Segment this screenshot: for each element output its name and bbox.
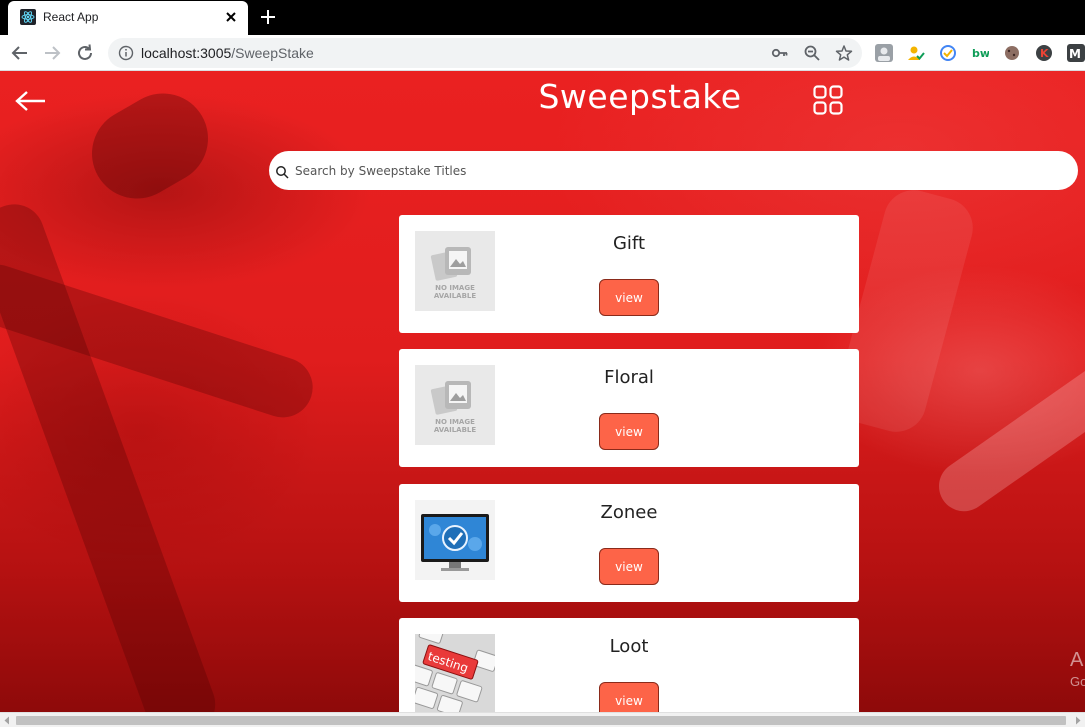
tab-title: React App — [43, 10, 99, 24]
svg-text:bw: bw — [972, 47, 989, 60]
no-image-text: NO IMAGE — [435, 284, 475, 292]
card-title: Loot — [609, 636, 649, 657]
browser-toolbar: localhost:3005/SweepStake bw K M — [0, 35, 1085, 71]
keyboard-testing-image: testing — [415, 634, 495, 712]
page-title: Sweepstake — [538, 77, 742, 116]
card-title: Zonee — [600, 502, 658, 523]
key-icon[interactable] — [771, 44, 789, 62]
browser-tab[interactable]: React App — [8, 1, 248, 35]
info-icon[interactable] — [118, 45, 134, 61]
address-bar[interactable]: localhost:3005/SweepStake — [108, 38, 862, 68]
view-button[interactable]: view — [599, 279, 659, 316]
url-path: /SweepStake — [231, 45, 314, 61]
background-ribbon — [0, 195, 224, 712]
sweepstake-card: testing Loot view — [399, 618, 859, 712]
back-arrow-icon[interactable] — [14, 89, 48, 113]
watermark-line-2: Go — [1070, 674, 1085, 689]
url-host: localhost:3005 — [141, 45, 232, 61]
react-logo-icon — [20, 9, 36, 25]
extension-m-icon[interactable]: M — [1067, 44, 1085, 62]
reload-icon[interactable] — [74, 42, 96, 64]
available-text: AVAILABLE — [434, 292, 477, 300]
sweepstake-card: NO IMAGE AVAILABLE Floral view — [399, 349, 859, 467]
close-tab-icon[interactable] — [222, 8, 240, 26]
browser-tab-strip: React App — [0, 0, 1085, 35]
new-tab-icon[interactable] — [258, 7, 278, 27]
background-bow — [75, 77, 225, 215]
scrollbar-thumb[interactable] — [16, 716, 1066, 725]
no-image-text: NO IMAGE — [435, 418, 475, 426]
monitor-checkmark-image — [415, 500, 495, 580]
background-ribbon — [929, 330, 1085, 522]
search-icon — [276, 166, 289, 179]
view-button[interactable]: view — [599, 413, 659, 450]
scroll-left-arrow-icon[interactable] — [3, 716, 11, 725]
extension-k-icon[interactable]: K — [1035, 44, 1053, 62]
extension-cookie-icon[interactable] — [1003, 44, 1021, 62]
watermark-line-1: A — [1070, 649, 1084, 671]
sweepstake-page: Sweepstake NO IMAGE AVAILABLE Gift view — [0, 71, 1085, 712]
forward-arrow-icon[interactable] — [41, 42, 63, 64]
extension-bw-icon[interactable]: bw — [971, 44, 989, 62]
svg-text:K: K — [1040, 47, 1049, 60]
available-text: AVAILABLE — [434, 426, 477, 434]
no-image-placeholder-icon: NO IMAGE AVAILABLE — [415, 231, 495, 311]
zoom-icon[interactable] — [803, 44, 821, 62]
scroll-right-arrow-icon[interactable] — [1074, 716, 1082, 725]
search-bar — [269, 151, 1078, 190]
sweepstake-card: Zonee view — [399, 484, 859, 602]
activate-windows-watermark: A Go — [1070, 649, 1085, 689]
extension-person-check-icon[interactable] — [907, 44, 925, 62]
horizontal-scrollbar[interactable] — [0, 712, 1085, 727]
view-button[interactable]: view — [599, 682, 659, 712]
back-arrow-icon[interactable] — [9, 42, 31, 64]
url-text: localhost:3005/SweepStake — [141, 45, 314, 61]
grid-view-icon[interactable] — [813, 85, 843, 115]
extension-check-circle-icon[interactable] — [939, 44, 957, 62]
card-title: Gift — [612, 233, 646, 254]
search-input[interactable] — [295, 157, 1065, 184]
bookmark-star-icon[interactable] — [835, 44, 853, 62]
view-button[interactable]: view — [599, 548, 659, 585]
sweepstake-card: NO IMAGE AVAILABLE Gift view — [399, 215, 859, 333]
extension-profile-icon[interactable] — [875, 44, 893, 62]
no-image-placeholder-icon: NO IMAGE AVAILABLE — [415, 365, 495, 445]
svg-text:M: M — [1069, 47, 1081, 61]
card-title: Floral — [604, 367, 654, 388]
